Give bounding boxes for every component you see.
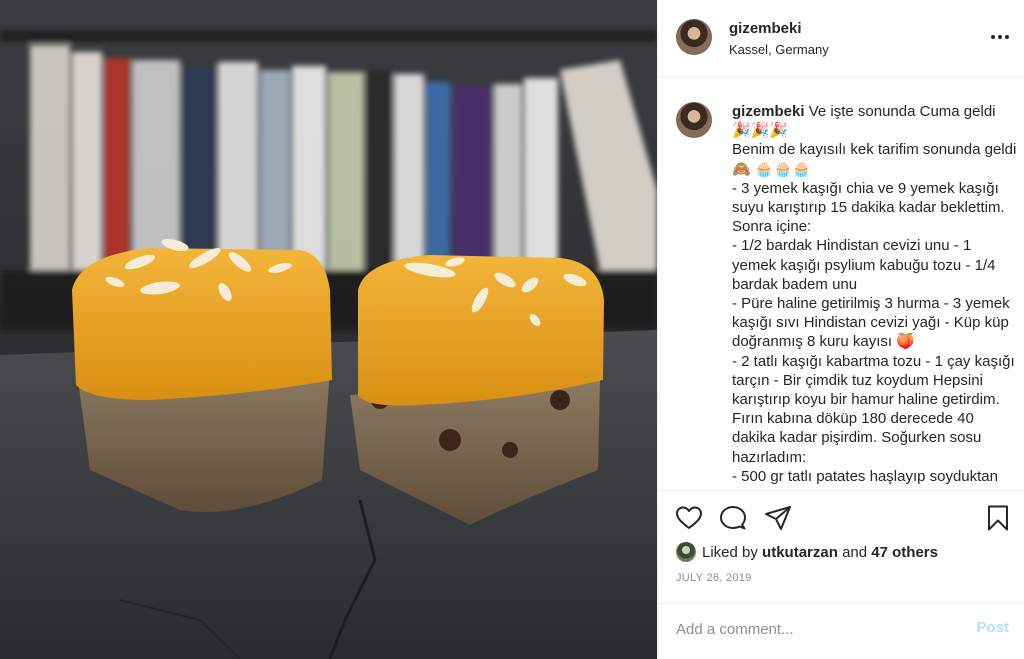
likes-middle: and <box>842 543 868 561</box>
post-side-panel: gizembeki Kassel, Germany gizembeki Ve i… <box>657 0 1024 659</box>
heart-icon[interactable] <box>675 504 703 532</box>
caption-section: gizembeki Ve işte sonunda Cuma geldi 🎉🎉🎉… <box>658 78 1024 488</box>
author-username[interactable]: gizembeki <box>729 20 802 37</box>
post-location[interactable]: Kassel, Germany <box>729 42 829 57</box>
caption-author-avatar[interactable] <box>676 102 712 138</box>
post-comment-button[interactable]: Post <box>976 619 1009 636</box>
post-date[interactable]: JULY 26, 2019 <box>676 572 752 584</box>
apricot-cake-photo <box>0 0 657 659</box>
liker-username[interactable]: utkutarzan <box>762 544 838 561</box>
author-avatar[interactable] <box>676 19 712 55</box>
post-photo <box>0 0 657 659</box>
likes-prefix: Liked by <box>702 543 758 561</box>
likes-summary: Liked by utkutarzan and 47 others <box>676 541 938 563</box>
comment-icon[interactable] <box>719 504 747 532</box>
left-cake-slice <box>72 238 332 512</box>
more-options-icon[interactable] <box>989 26 1011 48</box>
caption-username[interactable]: gizembeki <box>732 103 805 120</box>
post-actions: Liked by utkutarzan and 47 others JULY 2… <box>658 490 1024 657</box>
caption-body: Ve işte sonunda Cuma geldi 🎉🎉🎉 Benim de … <box>732 103 1017 485</box>
likes-others-link[interactable]: 47 others <box>871 544 938 561</box>
share-icon[interactable] <box>764 504 792 532</box>
liker-avatar[interactable] <box>676 542 696 562</box>
comment-input[interactable] <box>676 617 956 641</box>
caption-text: gizembeki Ve işte sonunda Cuma geldi 🎉🎉🎉… <box>732 102 1017 486</box>
post-header: gizembeki Kassel, Germany <box>658 0 1024 77</box>
comment-box: Post <box>658 603 1024 658</box>
bookmark-icon[interactable] <box>984 504 1012 532</box>
